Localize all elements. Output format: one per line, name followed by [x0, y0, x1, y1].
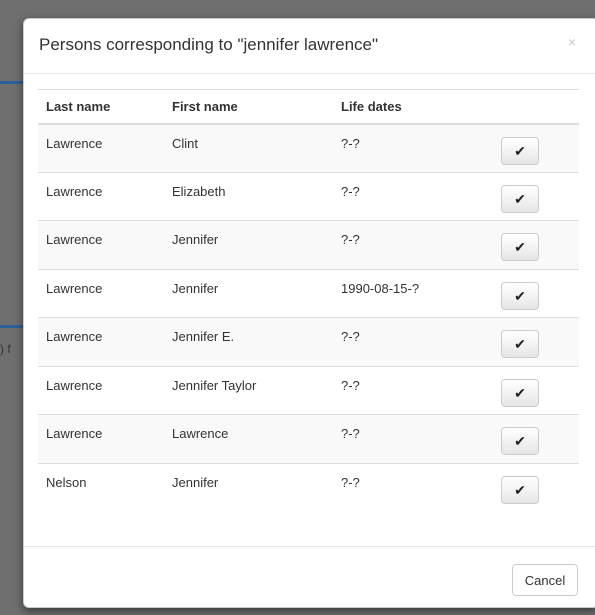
cell-action: ✔ — [493, 462, 579, 512]
table-row: Lawrence Jennifer ?-? ✔ — [38, 220, 579, 269]
cell-action: ✔ — [493, 123, 579, 172]
modal-title: Persons corresponding to "jennifer lawre… — [39, 35, 379, 54]
cell-action: ✔ — [493, 365, 579, 415]
cell-last-name: Lawrence — [38, 317, 164, 366]
cell-life-dates: ?-? — [333, 220, 493, 269]
table-row: Nelson Jennifer ?-? ✔ — [38, 462, 579, 512]
column-header-action — [493, 89, 579, 125]
close-icon[interactable]: × — [568, 35, 576, 49]
persons-table-wrapper: Last name First name Life dates Lawrence… — [38, 89, 579, 512]
table-row: Lawrence Jennifer E. ?-? ✔ — [38, 317, 579, 366]
check-icon: ✔ — [514, 433, 526, 449]
cell-life-dates: ?-? — [333, 317, 493, 366]
select-person-button[interactable]: ✔ — [501, 184, 539, 213]
cell-first-name: Jennifer — [164, 220, 333, 269]
cell-action: ✔ — [493, 220, 579, 269]
cell-last-name: Lawrence — [38, 171, 164, 221]
cell-last-name: Nelson — [38, 462, 164, 512]
column-header-last-name: Last name — [38, 89, 164, 125]
cell-action: ✔ — [493, 317, 579, 366]
background-text: ) f — [0, 342, 11, 356]
cell-action: ✔ — [493, 414, 579, 463]
persons-modal: Persons corresponding to "jennifer lawre… — [23, 18, 595, 608]
table-header-row: Last name First name Life dates — [38, 89, 579, 125]
column-header-first-name: First name — [164, 89, 333, 125]
persons-table: Last name First name Life dates Lawrence… — [38, 89, 579, 512]
check-icon: ✔ — [514, 336, 526, 352]
cell-last-name: Lawrence — [38, 365, 164, 415]
cell-first-name: Jennifer — [164, 268, 333, 318]
check-icon: ✔ — [514, 287, 526, 304]
cell-first-name: Jennifer — [164, 462, 333, 512]
table-row: Lawrence Elizabeth ?-? ✔ — [38, 171, 579, 221]
cell-action: ✔ — [493, 171, 579, 221]
cancel-button[interactable]: Cancel — [512, 564, 578, 596]
check-icon: ✔ — [514, 190, 526, 207]
background-accent-line — [0, 81, 24, 84]
modal-header: Persons corresponding to "jennifer lawre… — [24, 19, 595, 74]
check-icon: ✔ — [514, 142, 526, 159]
select-person-button[interactable]: ✔ — [501, 378, 539, 407]
cell-last-name: Lawrence — [38, 414, 164, 463]
cell-first-name: Jennifer E. — [164, 317, 333, 366]
cell-last-name: Lawrence — [38, 123, 164, 172]
cell-last-name: Lawrence — [38, 268, 164, 318]
check-icon: ✔ — [514, 384, 526, 401]
cell-first-name: Elizabeth — [164, 171, 333, 221]
cell-life-dates: ?-? — [333, 123, 493, 172]
select-person-button[interactable]: ✔ — [501, 330, 539, 358]
table-row: Lawrence Lawrence ?-? ✔ — [38, 414, 579, 463]
table-row: Lawrence Jennifer Taylor ?-? ✔ — [38, 365, 579, 415]
cell-life-dates: ?-? — [333, 365, 493, 415]
cell-action: ✔ — [493, 268, 579, 318]
cell-last-name: Lawrence — [38, 220, 164, 269]
check-icon: ✔ — [514, 239, 526, 255]
select-person-button[interactable]: ✔ — [501, 136, 539, 165]
cell-first-name: Jennifer Taylor — [164, 365, 333, 415]
cell-first-name: Clint — [164, 123, 333, 172]
modal-footer: Cancel — [24, 546, 595, 609]
cell-life-dates: 1990-08-15-? — [333, 268, 493, 318]
select-person-button[interactable]: ✔ — [501, 427, 539, 455]
check-icon: ✔ — [514, 481, 526, 498]
select-person-button[interactable]: ✔ — [501, 281, 539, 310]
select-person-button[interactable]: ✔ — [501, 233, 539, 261]
column-header-life-dates: Life dates — [333, 89, 493, 125]
cell-first-name: Lawrence — [164, 414, 333, 463]
table-row: Lawrence Jennifer 1990-08-15-? ✔ — [38, 268, 579, 318]
cell-life-dates: ?-? — [333, 462, 493, 512]
cell-life-dates: ?-? — [333, 414, 493, 463]
table-row: Lawrence Clint ?-? ✔ — [38, 123, 579, 172]
background-accent-line — [0, 325, 24, 328]
select-person-button[interactable]: ✔ — [501, 475, 539, 504]
cell-life-dates: ?-? — [333, 171, 493, 221]
